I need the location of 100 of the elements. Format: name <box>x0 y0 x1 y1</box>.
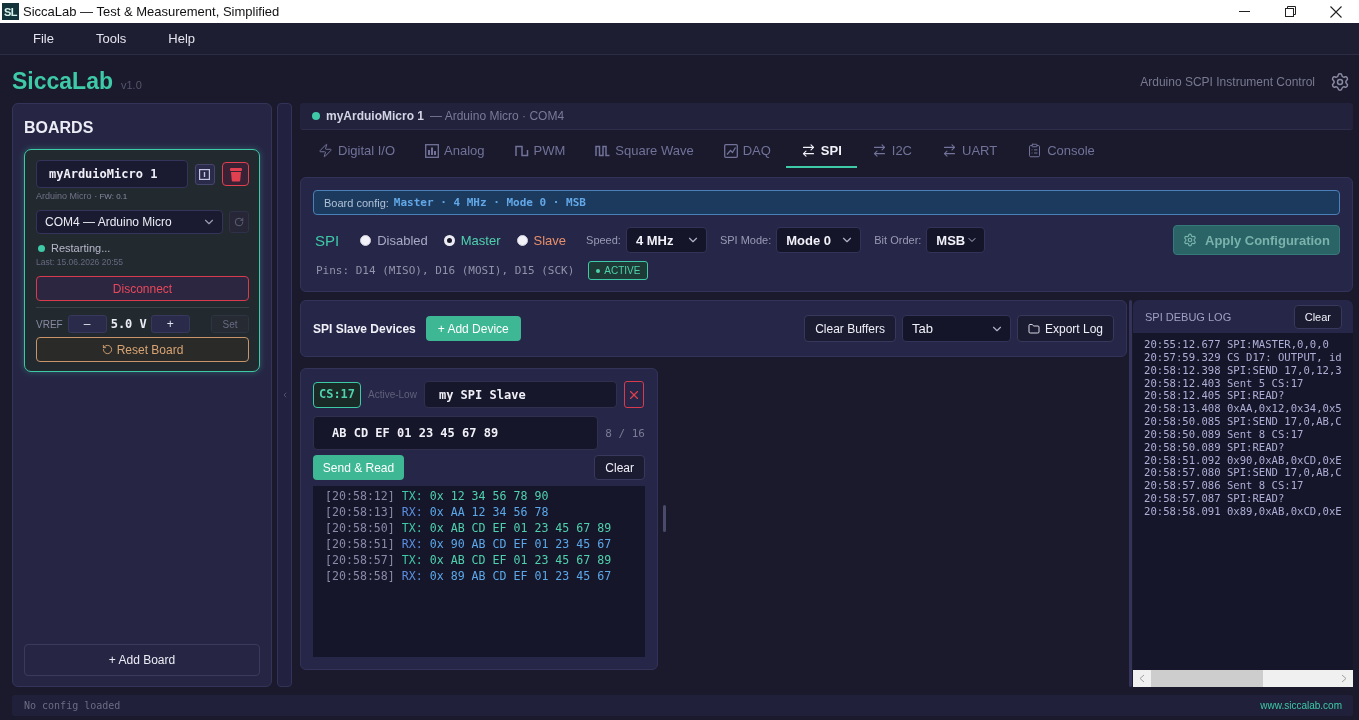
restore-icon <box>1284 6 1296 17</box>
device-name: myArduioMicro 1 <box>326 109 424 123</box>
resize-handle[interactable] <box>663 505 666 532</box>
delete-board-button[interactable] <box>222 162 249 186</box>
decrement-button[interactable]: – <box>67 315 107 333</box>
status-message: No config loaded <box>24 700 121 711</box>
log-line: [20:58:13] RX: 0x AA 12 34 56 78 <box>325 504 550 520</box>
arrows-icon <box>800 143 816 158</box>
boards-title: BOARDS <box>24 118 95 137</box>
clear-log-button[interactable]: Clear <box>1293 304 1342 329</box>
status-label: ACTIVE <box>604 265 641 276</box>
debug-log-line: 20:58:12.405 SPI:READ? <box>1144 389 1286 403</box>
website-link[interactable]: www.siccalab.com <box>1260 700 1342 711</box>
board-status: Restarting... <box>51 242 111 254</box>
hex-data-field[interactable]: AB CD EF 01 23 45 67 89 <box>313 416 599 450</box>
slave-devices-title: SPI Slave Devices <box>313 321 416 336</box>
menu-item[interactable]: File <box>12 23 75 54</box>
clear-button[interactable]: Clear <box>594 455 645 480</box>
tab[interactable]: Digital I/O <box>303 135 411 168</box>
debug-log-line: 20:58:51.092 0x90,0xAB,0xCD,0xE <box>1144 453 1343 467</box>
horizontal-scrollbar[interactable] <box>1133 670 1353 687</box>
log-line: [20:58:50] TX: 0x AB CD EF 01 23 45 67 89 <box>325 520 613 536</box>
bar-chart-icon <box>425 143 440 158</box>
log-line: [20:58:12] TX: 0x 12 34 56 78 90 <box>325 488 550 504</box>
info-button[interactable] <box>194 163 216 185</box>
spi-mode-label: SPI Mode: <box>719 234 772 246</box>
board-name-field[interactable]: myArduioMicro 1 <box>36 160 188 188</box>
bit-order-label: Bit Order: <box>874 234 922 246</box>
debug-log-line: 20:58:58.091 0x89,0xAB,0xCD,0xE <box>1144 504 1343 518</box>
last-seen-text: Last: 15.06.2026 20:55 <box>36 258 124 267</box>
settings-icon[interactable] <box>1330 71 1350 92</box>
debug-log-line: 20:58:50.089 Sent 8 CS:17 <box>1144 427 1305 441</box>
tab[interactable]: Square Wave <box>580 135 709 168</box>
radio-button[interactable] <box>443 234 455 246</box>
slave-name-field[interactable]: my SPI Slave <box>423 381 617 408</box>
debug-log-line: 20:58:12.403 Sent 5 CS:17 <box>1144 376 1305 390</box>
bit-order-select[interactable]: MSB <box>926 227 986 253</box>
device-detail: — Arduino Micro · COM4 <box>430 109 565 123</box>
debug-log-line: 20:58:13.408 0xAA,0x12,0x34,0x5 <box>1144 402 1343 416</box>
line-chart-icon <box>723 143 738 158</box>
tab[interactable]: SPI <box>785 135 857 168</box>
close-icon <box>1330 5 1342 18</box>
tab[interactable]: UART <box>927 135 1013 168</box>
add-board-button[interactable]: + Add Board <box>24 644 260 676</box>
tab[interactable]: Analog <box>410 135 500 168</box>
board-model: Arduino Micro <box>36 191 92 201</box>
reset-board-button[interactable]: Reset Board <box>36 337 249 362</box>
clear-buffers-button[interactable]: Clear Buffers <box>804 315 896 342</box>
byte-count: 8 / 16 <box>605 426 645 440</box>
export-log-button[interactable]: Export Log <box>1016 315 1114 342</box>
radio-label: Slave <box>533 232 567 248</box>
app-version: v1.0 <box>121 78 142 91</box>
tab[interactable]: I2C <box>856 135 927 168</box>
radio-button[interactable] <box>516 234 528 246</box>
tab[interactable]: PWM <box>499 135 581 168</box>
debug-log-line: 20:58:57.080 SPI:SEND 17,0,AB,C <box>1144 466 1343 480</box>
arrows-icon <box>871 143 887 158</box>
radio-button[interactable] <box>360 234 372 246</box>
remove-device-button[interactable] <box>623 381 644 408</box>
board-card[interactable]: myArduioMicro 1 Arduino Micro · FW: 0.1 COM4 — Arduino Micro Restarting... Last: 15.06.2026 20:55 Disconnect VREF – 5.0 V + Set Reset Board <box>24 149 260 372</box>
app-logo: SL <box>2 3 19 20</box>
debug-log-line: 20:58:50.089 SPI:READ? <box>1144 440 1286 454</box>
debug-log-line: 20:57:59.329 CS D17: OUTPUT, id <box>1144 350 1343 364</box>
debug-log-line: 20:58:50.085 SPI:SEND 17,0,AB,C <box>1144 415 1343 428</box>
minimize-icon <box>1238 11 1250 12</box>
refresh-icon <box>234 217 245 227</box>
window-title: SiccaLab — Test & Measurement, Simplified <box>23 4 280 19</box>
log-line: [20:58:58] RX: 0x 89 AB CD EF 01 23 45 67 <box>325 568 613 584</box>
refresh-button[interactable] <box>229 211 249 233</box>
debug-log-line: 20:55:12.677 SPI:MASTER,0,0,0 <box>1144 338 1330 351</box>
square-wave-icon <box>595 144 611 157</box>
debug-log-line: 20:58:12.398 SPI:SEND 17,0,12,3 <box>1144 363 1343 377</box>
menu-item[interactable]: Tools <box>74 23 148 54</box>
format-select[interactable]: Tab <box>901 315 1011 342</box>
disconnect-button[interactable]: Disconnect <box>36 276 249 301</box>
debug-log-line: 20:58:57.087 SPI:READ? <box>1144 492 1286 505</box>
banner-value: Master · 4 MHz · Mode 0 · MSB <box>393 196 586 209</box>
spi-mode-select[interactable]: Mode 0 <box>776 227 862 253</box>
collapse-handle[interactable] <box>277 103 292 687</box>
vref-label: VREF <box>36 318 63 330</box>
app-subtitle: Arduino SCPI Instrument Control <box>1140 74 1315 89</box>
gear-icon <box>1183 233 1198 247</box>
menu-item[interactable]: Help <box>147 23 217 54</box>
info-icon <box>199 168 211 180</box>
banner-label: Board config: <box>324 196 389 209</box>
speed-select[interactable]: 4 MHz <box>625 227 707 253</box>
folder-icon <box>1027 322 1040 335</box>
app-brand: SiccaLab <box>12 68 113 95</box>
tab[interactable]: DAQ <box>708 135 786 168</box>
port-select[interactable]: COM4 — Arduino Micro <box>36 210 224 234</box>
pins-text: Pins: D14 (MISO), D16 (MOSI), D15 (SCK) <box>315 264 575 277</box>
status-dot-icon <box>596 268 601 273</box>
debug-log-line: 20:58:57.086 Sent 8 CS:17 <box>1144 479 1305 493</box>
chip-select-label: CS:17 <box>313 381 361 408</box>
trash-icon <box>228 166 243 182</box>
increment-button[interactable]: + <box>150 315 190 333</box>
tab[interactable]: Console <box>1012 135 1110 168</box>
pulse-icon <box>514 144 529 157</box>
reset-icon <box>101 344 113 355</box>
log-line: [20:58:57] TX: 0x AB CD EF 01 23 45 67 89 <box>325 552 613 568</box>
